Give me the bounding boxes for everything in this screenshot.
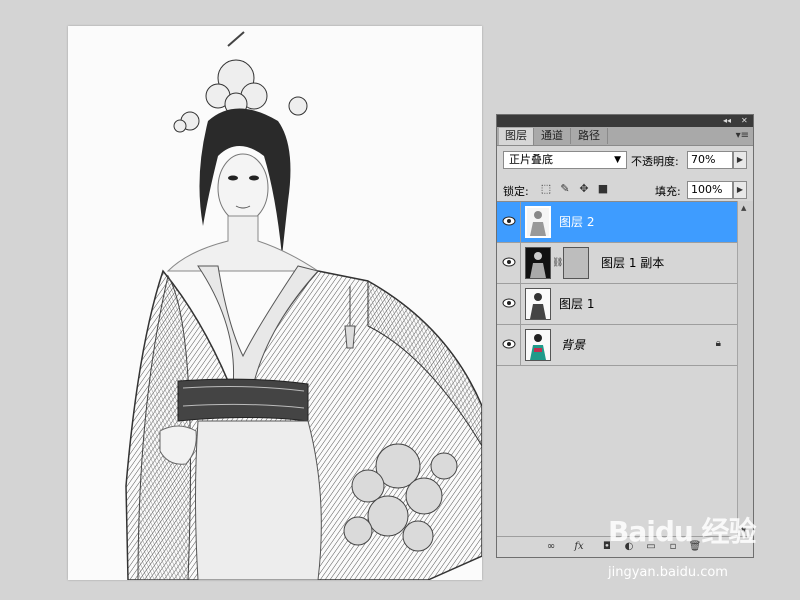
lock-transparent-icon[interactable]: ⬚	[540, 183, 552, 195]
link-chain-icon: ⛓	[552, 258, 564, 268]
sketch-image	[125, 31, 482, 580]
fill-field[interactable]: 100%	[687, 181, 733, 199]
layer-name: 背景	[561, 338, 586, 352]
panel-tabs: 图层 通道 路径 ▾≡	[497, 127, 753, 146]
panel-menu-icon[interactable]: ▾≡	[736, 130, 749, 141]
fill-value: 100%	[691, 183, 723, 196]
fill-label: 填充:	[655, 185, 681, 198]
tab-paths[interactable]: 路径	[571, 128, 608, 144]
link-icon[interactable]: ∞	[543, 540, 559, 554]
tab-layers[interactable]: 图层	[499, 128, 534, 145]
layers-panel: ◂◂ ✕ 图层 通道 路径 ▾≡ 正片叠底 ▼ 不透明度: 70% ▶ 锁定: …	[496, 114, 754, 558]
opacity-value: 70%	[691, 153, 716, 166]
blend-mode-value: 正片叠底	[509, 153, 553, 166]
layers-list: 图层 2 ⛓ 图层 1 副本 图层 1 背景 🔒︎	[497, 201, 737, 538]
fill-slider-button[interactable]: ▶	[733, 181, 747, 199]
lock-image-icon[interactable]: ✎	[559, 183, 571, 195]
scroll-up-icon[interactable]: ▲	[741, 204, 746, 212]
chevron-down-icon: ▼	[614, 155, 621, 165]
opacity-slider-button[interactable]: ▶	[733, 151, 747, 169]
visibility-toggle[interactable]	[497, 325, 521, 365]
layer-name: 图层 2	[559, 215, 595, 229]
visibility-toggle[interactable]	[497, 284, 521, 324]
visibility-toggle[interactable]	[497, 243, 521, 283]
eye-icon	[502, 216, 516, 226]
layer-thumbnail	[525, 206, 551, 238]
layers-scrollbar[interactable]: ▲ ▼	[737, 201, 753, 537]
lock-label: 锁定:	[503, 185, 529, 198]
layer-row[interactable]: 背景 🔒︎	[497, 325, 737, 366]
layer-mask-thumbnail[interactable]	[563, 247, 589, 279]
layer-thumbnail	[525, 247, 551, 279]
layer-thumbnail	[525, 329, 551, 361]
panel-titlebar: ◂◂ ✕	[497, 115, 753, 127]
tab-channels[interactable]: 通道	[534, 128, 571, 144]
baidu-watermark: Baidu 经验	[608, 515, 757, 548]
layer-name: 图层 1	[559, 297, 595, 311]
lock-position-icon[interactable]: ✥	[578, 183, 590, 195]
lock-all-icon[interactable]: ■	[597, 183, 609, 195]
eye-icon	[502, 257, 516, 267]
blend-mode-select[interactable]: 正片叠底 ▼	[503, 151, 627, 169]
visibility-toggle[interactable]	[497, 202, 521, 242]
eye-icon	[502, 298, 516, 308]
layer-name: 图层 1 副本	[601, 256, 665, 270]
layer-row[interactable]: 图层 1	[497, 284, 737, 325]
collapse-icon[interactable]: ◂◂	[723, 115, 731, 127]
layer-thumbnail	[525, 288, 551, 320]
fx-icon[interactable]: fx	[571, 540, 587, 554]
close-icon[interactable]: ✕	[741, 115, 748, 127]
opacity-field[interactable]: 70%	[687, 151, 733, 169]
layer-row[interactable]: 图层 2	[497, 202, 737, 243]
watermark-url: jingyan.baidu.com	[608, 565, 728, 580]
lock-icon: 🔒︎	[715, 338, 721, 349]
layer-row[interactable]: ⛓ 图层 1 副本	[497, 243, 737, 284]
document-canvas[interactable]	[68, 26, 482, 580]
eye-icon	[502, 339, 516, 349]
opacity-label: 不透明度:	[631, 155, 679, 168]
